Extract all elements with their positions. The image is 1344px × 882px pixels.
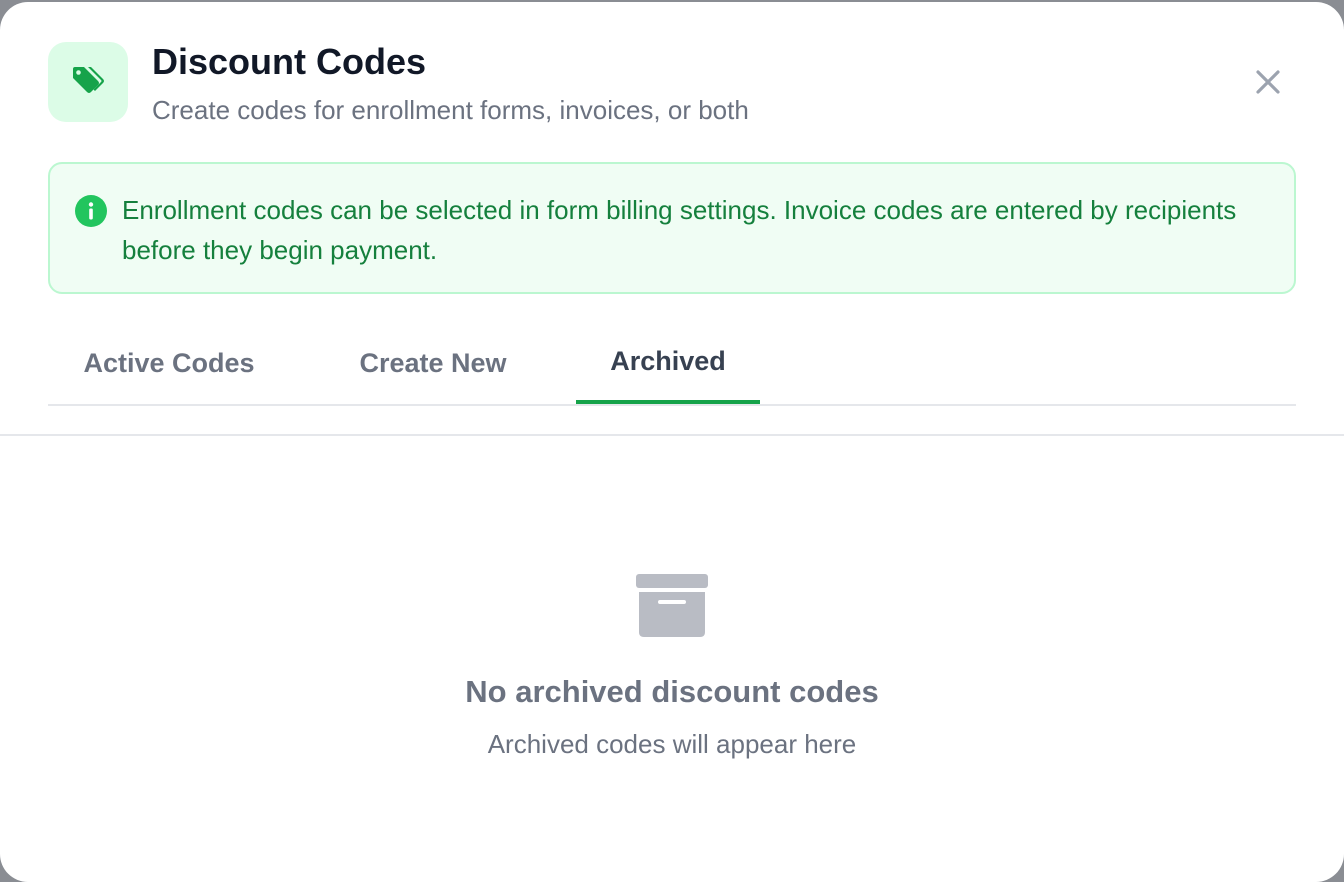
content-divider [0, 434, 1344, 436]
tab-bar: Active Codes Create New Archived [48, 322, 1296, 406]
modal-subtitle: Create codes for enrollment forms, invoi… [152, 95, 749, 125]
info-icon [75, 195, 107, 227]
tab-active-codes[interactable]: Active Codes [48, 322, 290, 404]
tab-create-new[interactable]: Create New [338, 322, 528, 404]
empty-state-title: No archived discount codes [465, 674, 879, 709]
header-icon-badge [48, 42, 128, 122]
info-banner-text: Enrollment codes can be selected in form… [122, 195, 1237, 265]
discount-codes-modal: Discount Codes Create codes for enrollme… [0, 2, 1344, 882]
empty-state-subtitle: Archived codes will appear here [487, 729, 857, 759]
tab-archived[interactable]: Archived [576, 322, 760, 404]
close-icon [1256, 70, 1280, 94]
close-button[interactable] [1244, 58, 1292, 106]
modal-title: Discount Codes [152, 41, 427, 82]
info-banner: Enrollment codes can be selected in form… [48, 162, 1296, 294]
tags-icon [73, 67, 104, 93]
archive-box-icon [636, 574, 708, 637]
